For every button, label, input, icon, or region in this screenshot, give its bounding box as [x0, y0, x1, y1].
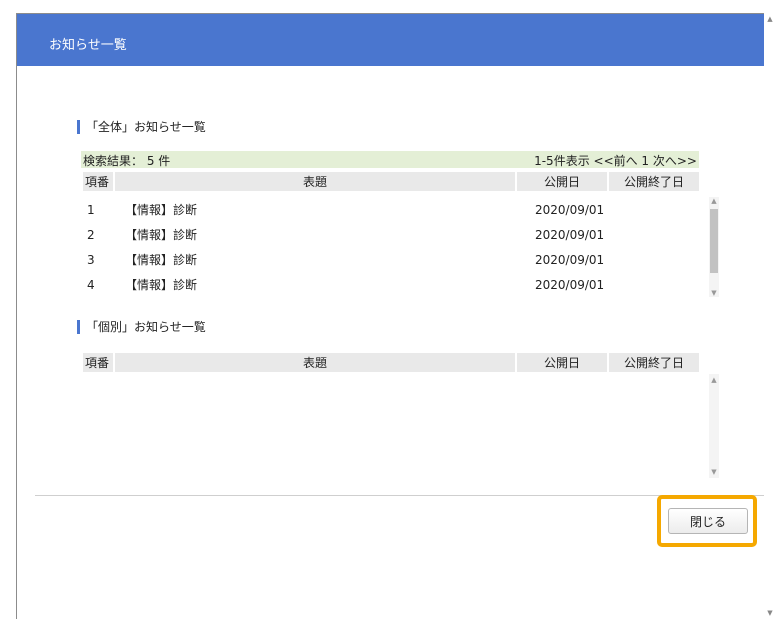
title-bar: お知らせ一覧	[17, 14, 764, 66]
individual-table-header: 項番 表題 公開日 公開終了日	[81, 353, 701, 372]
general-table-body: 1 【情報】診断 2020/09/01 2 【情報】診断 2020/09/01 …	[81, 197, 731, 297]
row-title[interactable]: 【情報】診断	[121, 197, 529, 222]
heading-accent-bar	[77, 119, 80, 134]
general-table-header: 項番 表題 公開日 公開終了日	[81, 172, 701, 191]
scroll-down-arrow-icon[interactable]: ▼	[709, 289, 719, 297]
col-header-title[interactable]: 表題	[115, 353, 515, 372]
table-row[interactable]: 1 【情報】診断 2020/09/01	[83, 197, 729, 222]
row-title[interactable]: 【情報】診断	[121, 222, 529, 247]
pagination[interactable]: 1-5件表示 <<前へ 1 次へ>>	[534, 152, 697, 169]
row-no: 3	[83, 247, 119, 272]
row-date: 2020/09/01	[531, 247, 629, 272]
col-header-end-date[interactable]: 公開終了日	[609, 353, 699, 372]
table-row[interactable]: 3 【情報】診断 2020/09/01	[83, 247, 729, 272]
row-no: 4	[83, 272, 119, 297]
row-date: 2020/09/01	[531, 272, 629, 297]
row-date: 2020/09/01	[531, 197, 629, 222]
row-date: 2020/09/01	[531, 222, 629, 247]
col-header-no[interactable]: 項番	[83, 353, 113, 372]
row-no: 2	[83, 222, 119, 247]
individual-section-heading: 「個別」お知らせ一覧	[77, 318, 206, 335]
individual-table-body	[81, 374, 717, 478]
heading-accent-bar	[77, 319, 80, 334]
result-count: 検索結果： 5 件	[83, 154, 171, 168]
col-header-title[interactable]: 表題	[115, 172, 515, 191]
table-row[interactable]: 2 【情報】診断 2020/09/01	[83, 222, 729, 247]
scroll-up-arrow-icon[interactable]: ▲	[709, 376, 719, 384]
row-title[interactable]: 【情報】診断	[121, 272, 529, 297]
individual-heading-text: 「個別」お知らせ一覧	[86, 320, 206, 334]
scroll-up-arrow-icon[interactable]: ▲	[709, 197, 719, 205]
close-button[interactable]: 閉じる	[668, 508, 748, 534]
col-header-no[interactable]: 項番	[83, 172, 113, 191]
individual-list-scrollbar[interactable]: ▲ ▼	[709, 374, 719, 478]
page-scroll-down-icon[interactable]: ▼	[764, 609, 776, 617]
page-scroll-up-icon[interactable]: ▲	[764, 15, 776, 23]
scroll-down-arrow-icon[interactable]: ▼	[709, 468, 719, 476]
scroll-thumb[interactable]	[710, 209, 718, 273]
col-header-date[interactable]: 公開日	[517, 353, 607, 372]
close-button-highlight: 閉じる	[657, 495, 757, 547]
col-header-end-date[interactable]: 公開終了日	[609, 172, 699, 191]
search-result-bar: 検索結果： 5 件 1-5件表示 <<前へ 1 次へ>>	[81, 151, 699, 168]
row-no: 1	[83, 197, 119, 222]
page-scrollbar[interactable]: ▲ ▼	[764, 13, 776, 619]
row-title[interactable]: 【情報】診断	[121, 247, 529, 272]
table-row[interactable]: 4 【情報】診断 2020/09/01	[83, 272, 729, 297]
general-heading-text: 「全体」お知らせ一覧	[86, 120, 206, 134]
footer-divider	[35, 495, 764, 496]
col-header-date[interactable]: 公開日	[517, 172, 607, 191]
general-section-heading: 「全体」お知らせ一覧	[77, 118, 206, 135]
dialog-window: お知らせ一覧 「全体」お知らせ一覧 検索結果： 5 件 1-5件表示 <<前へ …	[16, 13, 765, 619]
window-title: お知らせ一覧	[49, 38, 127, 53]
general-list-scrollbar[interactable]: ▲ ▼	[709, 197, 719, 297]
